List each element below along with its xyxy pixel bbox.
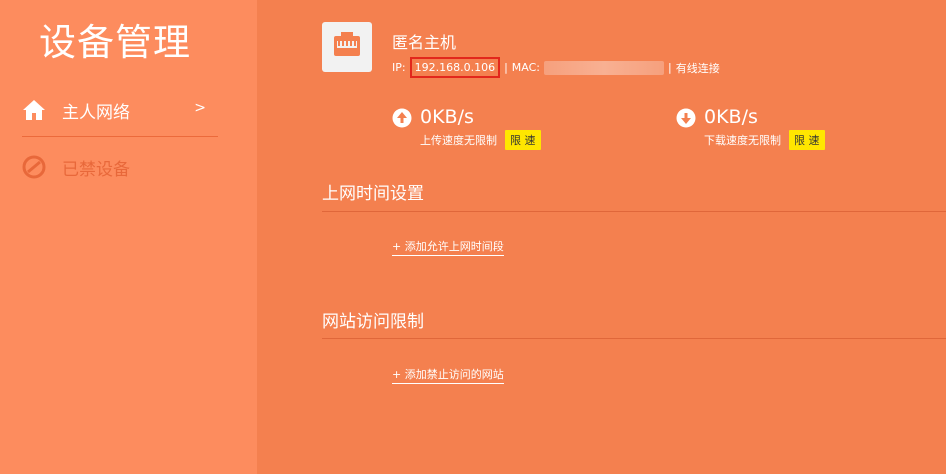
sidebar: 设备管理 主人网络 > 已禁设备 <box>0 0 257 474</box>
sidebar-divider <box>22 136 218 137</box>
sidebar-item-label: 主人网络 <box>62 102 130 123</box>
device-info: IP: 192.168.0.106 | MAC: | 有线连接 <box>392 57 720 78</box>
download-limit-button[interactable]: 限 速 <box>789 130 825 150</box>
section-divider <box>322 338 946 339</box>
page-title: 设备管理 <box>39 21 191 64</box>
add-blocked-site-link[interactable]: + 添加禁止访问的网站 <box>392 366 504 384</box>
section-title-site: 网站访问限制 <box>322 312 424 332</box>
device-avatar <box>322 22 372 72</box>
sidebar-item-blocked-devices[interactable]: 已禁设备 <box>22 150 218 184</box>
section-divider <box>322 211 946 212</box>
home-icon <box>22 98 46 122</box>
sidebar-item-label: 已禁设备 <box>62 159 130 180</box>
sidebar-item-owner-network[interactable]: 主人网络 > <box>22 93 218 127</box>
upload-speed-status: 上传速度无限制 <box>420 134 497 147</box>
upload-speed-value: 0KB/s <box>420 106 474 128</box>
upload-limit-button[interactable]: 限 速 <box>505 130 541 150</box>
ethernet-port-icon <box>332 32 362 62</box>
chevron-right-icon: > <box>194 100 206 116</box>
download-speed-value: 0KB/s <box>704 106 758 128</box>
app-root: 设备管理 主人网络 > 已禁设备 匿名主机 IP: 192.168.0.106 … <box>0 0 946 474</box>
download-speed: 0KB/s 下载速度无限制 限 速 <box>676 104 825 150</box>
ip-address: 192.168.0.106 <box>409 57 501 78</box>
mac-label: MAC: <box>511 61 541 74</box>
add-allowed-time-link[interactable]: + 添加允许上网时间段 <box>392 238 504 256</box>
connection-type: 有线连接 <box>675 61 720 75</box>
separator: | <box>504 61 508 74</box>
blocked-icon <box>22 155 46 179</box>
mac-address-redacted <box>544 60 665 75</box>
download-speed-status: 下载速度无限制 <box>704 134 781 147</box>
upload-speed: 0KB/s 上传速度无限制 限 速 <box>392 104 541 150</box>
ip-label: IP: <box>392 61 406 74</box>
device-name: 匿名主机 <box>392 33 457 52</box>
download-arrow-icon <box>676 108 696 128</box>
separator: | <box>668 61 672 74</box>
section-title-time: 上网时间设置 <box>322 184 424 204</box>
upload-arrow-icon <box>392 108 412 128</box>
